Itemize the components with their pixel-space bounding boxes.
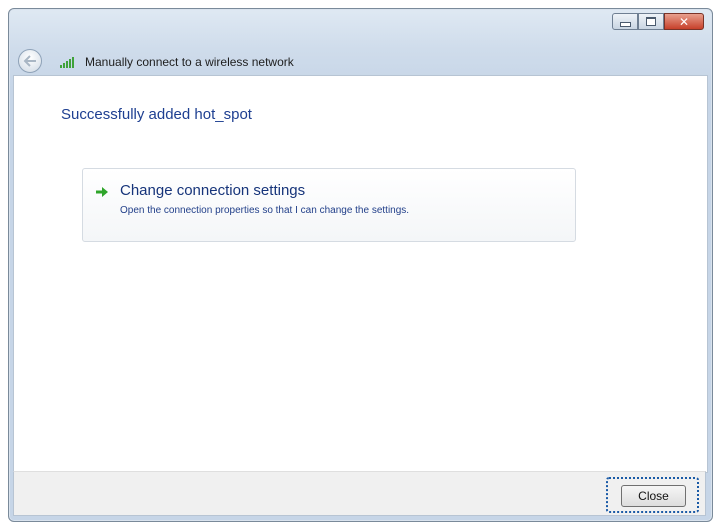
change-connection-settings-link[interactable]: Change connection settings Open the conn… (82, 168, 576, 242)
green-arrow-icon (96, 187, 108, 197)
minimize-icon (619, 22, 631, 27)
title-bar: ✕ (9, 9, 712, 39)
navigation-bar: Manually connect to a wireless network (9, 45, 712, 77)
content-area: Successfully added hot_spot Change conne… (13, 75, 708, 473)
back-button[interactable] (18, 49, 42, 73)
dialog-window: ✕ Manually connect to a wireless network… (8, 8, 713, 522)
success-heading: Successfully added hot_spot (61, 106, 252, 123)
close-button[interactable]: Close (621, 485, 686, 507)
close-icon: ✕ (678, 14, 690, 29)
back-arrow-icon (23, 55, 36, 67)
maximize-icon (646, 17, 656, 26)
dialog-footer: Close (13, 471, 706, 516)
minimize-button[interactable] (612, 13, 638, 30)
command-link-description: Open the connection properties so that I… (120, 205, 410, 216)
window-close-button[interactable]: ✕ (664, 13, 704, 30)
maximize-button[interactable] (638, 13, 664, 30)
dialog-title: Manually connect to a wireless network (85, 55, 294, 69)
command-link-title: Change connection settings (120, 182, 306, 199)
window-controls: ✕ (612, 13, 704, 30)
wireless-signal-icon (60, 57, 74, 68)
